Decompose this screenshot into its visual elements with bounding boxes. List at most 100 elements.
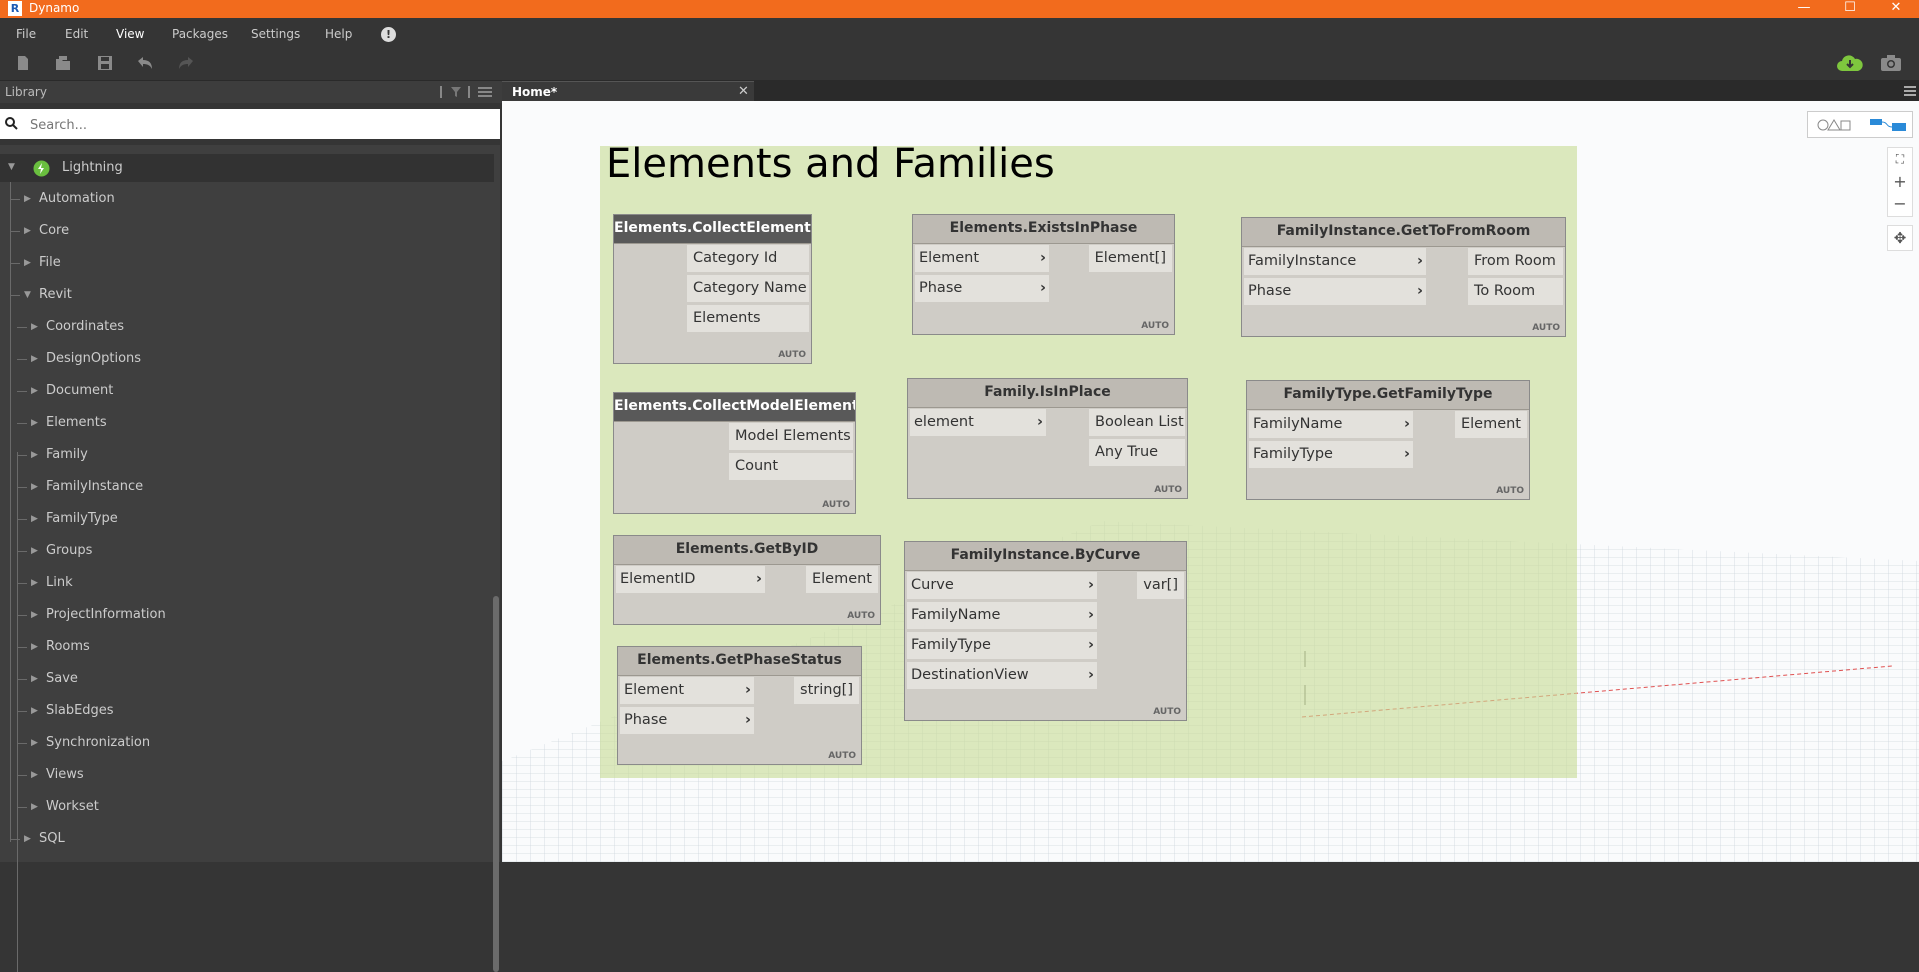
- output-port[interactable]: string[]: [794, 677, 859, 704]
- new-file-icon[interactable]: [14, 55, 32, 71]
- collapsed-triangle-icon[interactable]: ▶: [31, 354, 38, 364]
- menu-edit[interactable]: Edit: [65, 27, 88, 41]
- collapsed-triangle-icon[interactable]: ▶: [31, 322, 38, 332]
- output-port[interactable]: Boolean List: [1089, 409, 1185, 436]
- save-icon[interactable]: [96, 55, 114, 71]
- graph-canvas[interactable]: Elements and Families Elements.CollectEl…: [502, 101, 1919, 862]
- input-port[interactable]: Curve ›: [907, 572, 1097, 599]
- collapsed-triangle-icon[interactable]: ▶: [31, 738, 38, 748]
- collapsed-triangle-icon[interactable]: ▶: [31, 578, 38, 588]
- collapsed-triangle-icon[interactable]: ▶: [24, 226, 31, 236]
- collapsed-triangle-icon[interactable]: ▶: [24, 258, 31, 268]
- input-port[interactable]: Element ›: [915, 245, 1049, 272]
- redo-icon[interactable]: [177, 55, 195, 71]
- collapsed-triangle-icon[interactable]: ▶: [31, 610, 38, 620]
- output-port[interactable]: Element: [1454, 411, 1527, 438]
- input-port[interactable]: Element ›: [620, 677, 754, 704]
- menu-settings[interactable]: Settings: [251, 27, 300, 41]
- undo-icon[interactable]: [136, 55, 154, 71]
- input-port[interactable]: Phase ›: [620, 707, 754, 734]
- collapsed-triangle-icon[interactable]: ▶: [24, 834, 31, 844]
- library-item-coordinates[interactable]: Coordinates: [46, 319, 124, 334]
- collapsed-triangle-icon[interactable]: ▶: [31, 418, 38, 428]
- library-item-familyinstance[interactable]: FamilyInstance: [46, 479, 143, 494]
- open-file-icon[interactable]: [54, 55, 72, 71]
- search-input[interactable]: [28, 114, 492, 136]
- input-port[interactable]: Phase ›: [1244, 278, 1426, 305]
- alert-icon[interactable]: !: [381, 27, 396, 42]
- library-item-slabedges[interactable]: SlabEdges: [46, 703, 114, 718]
- output-port[interactable]: To Room: [1468, 278, 1563, 305]
- library-item-document[interactable]: Document: [46, 383, 113, 398]
- input-port[interactable]: FamilyType ›: [1249, 441, 1413, 468]
- zoom-in-icon[interactable]: +: [1888, 171, 1912, 193]
- input-port[interactable]: element ›: [910, 409, 1046, 436]
- close-window-button[interactable]: ✕: [1873, 0, 1919, 18]
- node-elements-getphasestatus[interactable]: Elements.GetPhaseStatus Element › Phase › …: [617, 646, 862, 765]
- collapsed-triangle-icon[interactable]: ▶: [31, 642, 38, 652]
- node-elements-collectmodelelements[interactable]: Elements.CollectModelElements Model Elem…: [613, 392, 856, 514]
- menu-help[interactable]: Help: [325, 27, 352, 41]
- input-port[interactable]: DestinationView ›: [907, 662, 1097, 689]
- menu-file[interactable]: File: [16, 27, 36, 41]
- input-port[interactable]: FamilyType ›: [907, 632, 1097, 659]
- menu-view[interactable]: View: [116, 27, 144, 41]
- geometry-view-icon[interactable]: [1816, 118, 1852, 132]
- output-port[interactable]: Element[]: [1088, 245, 1172, 272]
- tab-home[interactable]: Home* ✕: [502, 81, 754, 102]
- library-item-rooms[interactable]: Rooms: [46, 639, 90, 654]
- library-section-lightning[interactable]: ▼ Lightning: [0, 154, 494, 182]
- library-item-workset[interactable]: Workset: [46, 799, 99, 814]
- graph-view-icon[interactable]: [1868, 117, 1908, 133]
- zoom-out-icon[interactable]: −: [1888, 193, 1912, 215]
- output-port[interactable]: Element: [805, 566, 878, 593]
- library-item-views[interactable]: Views: [46, 767, 84, 782]
- collapsed-triangle-icon[interactable]: ▶: [31, 674, 38, 684]
- node-elements-collectelements[interactable]: Elements.CollectElements Category Id Cat…: [613, 214, 812, 364]
- view-toggle[interactable]: [1807, 111, 1913, 138]
- output-port[interactable]: Category Name: [687, 275, 809, 302]
- output-port[interactable]: Count: [729, 453, 853, 480]
- menu-packages[interactable]: Packages: [172, 27, 228, 41]
- library-item-file[interactable]: File: [39, 255, 61, 270]
- input-port[interactable]: FamilyInstance ›: [1244, 248, 1426, 275]
- input-port[interactable]: FamilyName ›: [907, 602, 1097, 629]
- library-scrollbar[interactable]: [493, 596, 499, 972]
- tab-close-icon[interactable]: ✕: [738, 84, 749, 99]
- expanded-triangle-icon[interactable]: ▼: [24, 290, 31, 300]
- library-item-sql[interactable]: SQL: [39, 831, 65, 846]
- library-item-link[interactable]: Link: [46, 575, 73, 590]
- output-port[interactable]: Elements: [687, 305, 809, 332]
- library-item-core[interactable]: Core: [39, 223, 69, 238]
- library-item-projectinformation[interactable]: ProjectInformation: [46, 607, 166, 622]
- input-port[interactable]: FamilyName ›: [1249, 411, 1413, 438]
- collapsed-triangle-icon[interactable]: ▶: [31, 450, 38, 460]
- collapsed-triangle-icon[interactable]: ▶: [31, 482, 38, 492]
- node-familyinstance-gettofromroom[interactable]: FamilyInstance.GetToFromRoom FamilyInsta…: [1241, 217, 1566, 337]
- library-item-familytype[interactable]: FamilyType: [46, 511, 118, 526]
- library-item-family[interactable]: Family: [46, 447, 88, 462]
- library-item-elements[interactable]: Elements: [46, 415, 107, 430]
- output-port[interactable]: var[]: [1137, 572, 1184, 599]
- camera-icon[interactable]: [1880, 54, 1902, 72]
- pan-icon[interactable]: ✥: [1887, 225, 1913, 251]
- input-port[interactable]: ElementID ›: [616, 566, 765, 593]
- output-port[interactable]: Any True: [1089, 439, 1185, 466]
- library-item-save[interactable]: Save: [46, 671, 78, 686]
- tab-menu-icon[interactable]: [1904, 86, 1916, 96]
- collapsed-triangle-icon[interactable]: ▶: [31, 514, 38, 524]
- library-item-automation[interactable]: Automation: [39, 191, 115, 206]
- node-familyinstance-bycurve[interactable]: FamilyInstance.ByCurve Curve › FamilyName…: [904, 541, 1187, 721]
- collapsed-triangle-icon[interactable]: ▶: [31, 706, 38, 716]
- node-elements-existsinphase[interactable]: Elements.ExistsInPhase Element › Phase › E…: [912, 214, 1175, 335]
- input-port[interactable]: Phase ›: [915, 275, 1049, 302]
- node-elements-getbyid[interactable]: Elements.GetByID ElementID › Element AUTO: [613, 535, 881, 625]
- library-item-designoptions[interactable]: DesignOptions: [46, 351, 141, 366]
- output-port[interactable]: Category Id: [687, 245, 809, 272]
- filter-icon[interactable]: [450, 86, 462, 98]
- collapsed-triangle-icon[interactable]: ▶: [24, 194, 31, 204]
- layout-icon[interactable]: [478, 86, 492, 98]
- minimize-button[interactable]: —: [1781, 0, 1827, 18]
- collapsed-triangle-icon[interactable]: ▶: [31, 546, 38, 556]
- output-port[interactable]: From Room: [1468, 248, 1563, 275]
